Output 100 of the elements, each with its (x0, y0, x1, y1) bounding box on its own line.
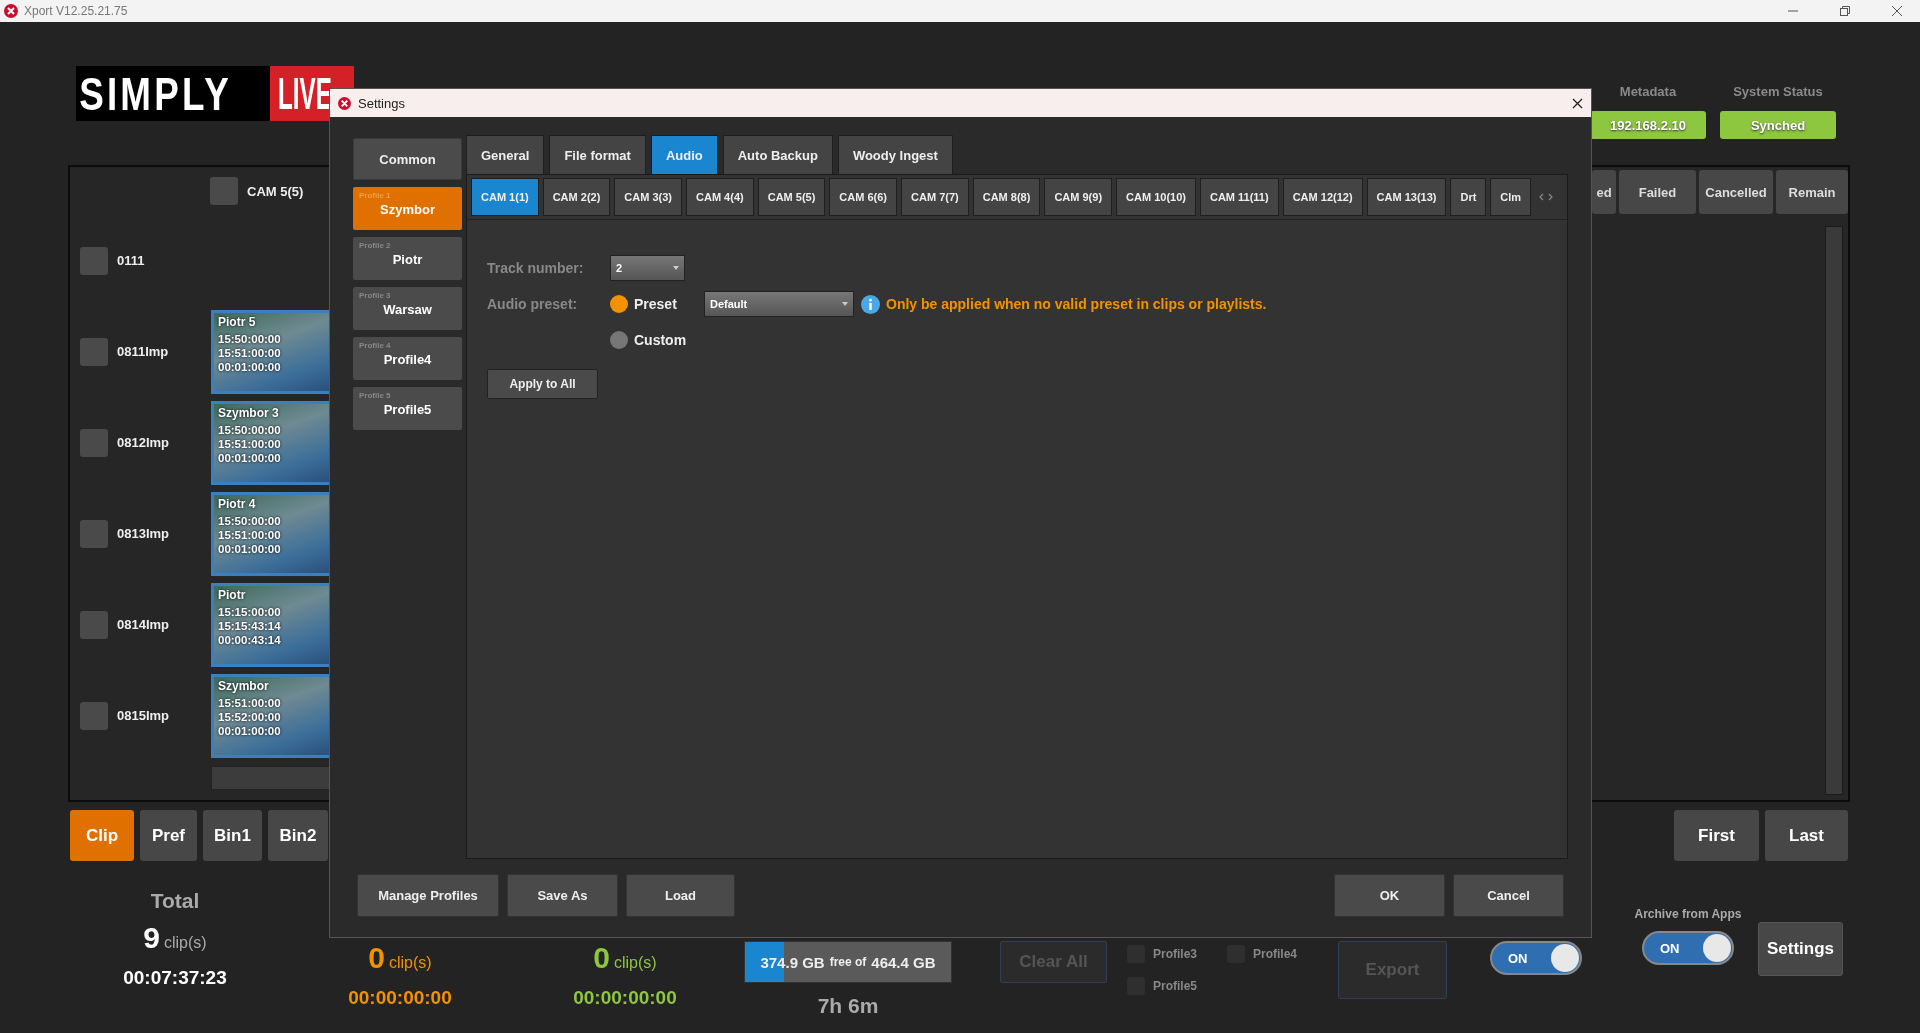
dialog-button[interactable]: Save As (507, 874, 618, 917)
field-label: Track number: (487, 260, 585, 276)
nav-button[interactable]: First (1674, 810, 1759, 861)
app-logo-icon (338, 96, 351, 110)
logo-text: LIVE (278, 68, 332, 119)
tab[interactable]: Woody Ingest (837, 135, 953, 174)
profile-button[interactable]: Profile 2 Piotr (353, 237, 462, 280)
camera-tab[interactable]: CAM 9(9) (1044, 178, 1113, 216)
total-space: 464.4 GB (871, 953, 936, 971)
toggle-switch[interactable]: ON (1490, 941, 1582, 975)
clip-label: 0815Imp (117, 708, 171, 723)
logo-text: SIMPLY (78, 66, 232, 121)
profile-button[interactable]: Profile 3 Warsaw (353, 287, 462, 330)
column-header[interactable]: Cancelled (1699, 170, 1773, 214)
camera-tab[interactable]: CAM 5(5) (757, 178, 826, 216)
system-status: Synched (1720, 111, 1836, 139)
tab[interactable]: Bin1 (203, 810, 262, 861)
clip-label: 0813Imp (117, 526, 171, 541)
clip-count: 0 clip(s) (593, 941, 657, 976)
profile-name: Profile4 (383, 352, 432, 367)
column-header[interactable]: ed (1592, 170, 1616, 214)
timecode: 15:51:00:00 (218, 528, 282, 542)
profile-caption: Profile 3 (359, 291, 391, 300)
dialog-button[interactable]: Cancel (1453, 874, 1564, 917)
timecode: 00:00:43:14 (218, 633, 282, 647)
profile-button[interactable]: Profile 5 Profile5 (353, 387, 462, 430)
field-label: Audio preset: (487, 296, 579, 312)
camera-tab[interactable]: CAM 13(13) (1366, 178, 1447, 216)
checkbox[interactable] (80, 610, 108, 639)
duration: 00:00:00:00 (573, 987, 677, 1009)
camera-tab[interactable]: CAM 11(11) (1199, 178, 1279, 216)
column-header[interactable]: Remain (1776, 170, 1848, 214)
timecode: 15:51:00:00 (218, 346, 282, 360)
profile-caption: Profile 2 (359, 241, 391, 250)
nav-button[interactable]: Last (1765, 810, 1848, 861)
tab[interactable]: Auto Backup (722, 135, 833, 174)
camera-tab[interactable]: Drt (1450, 178, 1487, 216)
checkbox[interactable] (80, 701, 108, 730)
common-button[interactable]: Common (353, 138, 462, 180)
tab[interactable]: File format (549, 135, 646, 174)
checkbox[interactable] (80, 428, 108, 457)
camera-tab[interactable]: CAM 4(4) (686, 178, 754, 216)
horizontal-scrollbar[interactable] (211, 766, 332, 790)
track-number-dropdown[interactable]: 2 (610, 255, 685, 281)
preset-dropdown[interactable]: Default (704, 291, 854, 317)
camera-tab[interactable]: CAM 10(10) (1116, 178, 1196, 216)
camera-tab[interactable]: CAM 12(12) (1282, 178, 1363, 216)
free-of-label: free of (829, 955, 867, 969)
radio-label: Custom (634, 332, 688, 348)
profile-name: Profile5 (383, 402, 432, 417)
close-icon[interactable] (1891, 5, 1903, 17)
column-header[interactable]: Failed (1619, 170, 1696, 214)
timecode: 00:01:00:00 (218, 724, 282, 738)
tab[interactable]: Pref (140, 810, 197, 861)
close-icon[interactable] (1572, 97, 1583, 109)
metadata-label: Metadata (1619, 84, 1677, 99)
profile-button[interactable]: Profile 4 Profile4 (353, 337, 462, 380)
profile-label: Profile5 (1153, 979, 1197, 993)
tab[interactable]: General (466, 135, 545, 174)
toggle-switch[interactable]: ON (1642, 931, 1734, 965)
restore-icon[interactable] (1839, 5, 1851, 17)
checkbox[interactable] (80, 519, 108, 548)
profile-caption: Profile 1 (359, 191, 391, 200)
caret-icon (673, 266, 679, 270)
clip-label: 0812Imp (117, 435, 171, 450)
clip-title: Piotr 4 (218, 496, 257, 511)
settings-button[interactable]: Settings (1758, 922, 1843, 976)
system-status-label: System Status (1733, 84, 1823, 99)
timecode: 15:51:00:00 (218, 437, 282, 451)
timecode: 00:01:00:00 (218, 542, 282, 556)
radio-button[interactable] (610, 331, 628, 349)
camera-tab[interactable]: CAM 8(8) (972, 178, 1041, 216)
vertical-scrollbar[interactable] (1825, 226, 1843, 795)
clip-thumbnail[interactable]: Szymbor 15:51:00:00 15:52:00:00 00:01:00:00 (211, 673, 330, 758)
camera-tab[interactable]: CAM 3(3) (614, 178, 682, 216)
camera-tab[interactable]: CAM 2(2) (542, 178, 611, 216)
profile-caption: Profile 5 (359, 391, 391, 400)
dialog-button[interactable]: Manage Profiles (357, 874, 499, 917)
radio-button[interactable] (610, 295, 628, 313)
clip-thumbnail[interactable]: Piotr 5 15:50:00:00 15:51:00:00 00:01:00:00 (211, 309, 330, 394)
profile-label: Profile3 (1153, 947, 1197, 961)
checkbox[interactable] (80, 337, 108, 366)
timecode: 00:01:00:00 (218, 451, 282, 465)
duration: 00:00:00:00 (348, 987, 452, 1009)
clip-thumbnail[interactable]: Piotr 15:15:00:00 15:15:43:14 00:00:43:14 (211, 582, 330, 667)
apply-to-all-button[interactable]: Apply to All (487, 369, 598, 399)
camera-tab[interactable]: CAM 7(7) (901, 178, 969, 216)
camera-tab[interactable]: CAM 6(6) (829, 178, 898, 216)
timecode: 00:01:00:00 (218, 360, 282, 374)
checkbox[interactable] (210, 177, 238, 205)
clip-thumbnail[interactable]: Szymbor 3 15:50:00:00 15:51:00:00 00:01:00:00 (211, 400, 330, 485)
clip-thumbnail[interactable]: Piotr 4 15:50:00:00 15:51:00:00 00:01:00:00 (211, 491, 330, 576)
checkbox[interactable] (80, 246, 108, 275)
camera-tab[interactable]: Clm (1490, 178, 1532, 216)
profile-label: Profile4 (1253, 947, 1297, 961)
tab[interactable]: Bin2 (268, 810, 328, 861)
profile-name: Piotr (392, 252, 423, 267)
dialog-button[interactable]: Load (626, 874, 735, 917)
dialog-button[interactable]: OK (1334, 874, 1445, 917)
clip-label: 0811Imp (117, 344, 170, 359)
